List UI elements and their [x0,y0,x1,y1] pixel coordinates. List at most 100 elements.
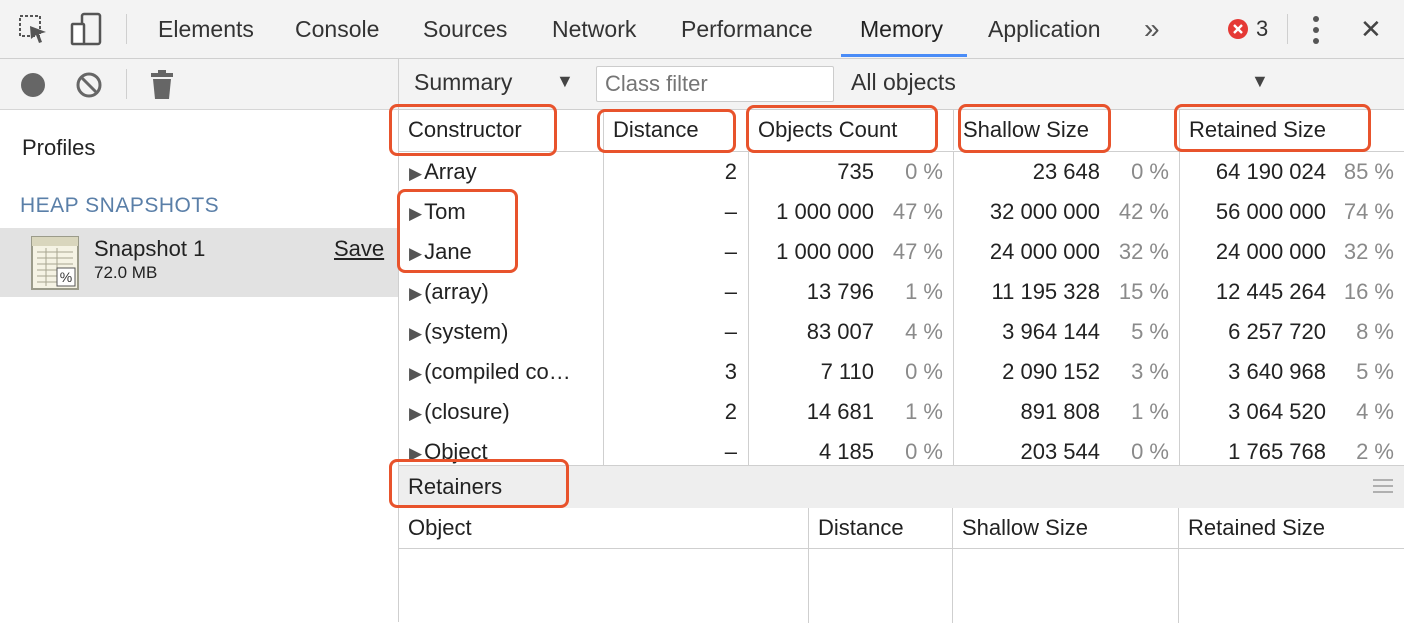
shallow-size-value: 2 090 152 [1002,359,1100,384]
close-devtools-button[interactable]: ✕ [1360,0,1382,58]
heap-snapshots-section: HEAP SNAPSHOTS [20,194,220,217]
kebab-menu-icon[interactable] [1306,14,1326,46]
view-select[interactable]: Summary [414,69,512,96]
retained-size-percent: 2 % [1356,439,1394,464]
tab-memory[interactable]: Memory [860,0,943,58]
retainers-header-bar: Retainers [399,465,1404,509]
toolbar-divider [126,69,127,99]
trash-icon[interactable] [150,70,174,100]
expand-triangle-icon[interactable]: ▶ [409,364,422,383]
count-value: 13 796 [806,279,874,304]
count-percent: 0 % [905,439,943,464]
shallow-size-value: 3 964 144 [1002,319,1100,344]
constructor-name: ▶(closure) [409,392,599,432]
shallow-size-percent: 15 % [1118,279,1169,304]
table-row[interactable]: ▶Object – 4 185 0 % 203 544 0 % 1 765 768 2 % [399,432,1404,465]
shallow-size-value: 32 000 000 [989,199,1100,224]
error-icon[interactable] [1227,18,1249,40]
inspect-element-icon[interactable] [18,14,50,46]
expand-triangle-icon[interactable]: ▶ [409,324,422,343]
count-percent: 47 % [892,239,943,264]
constructor-label: (compiled co… [424,359,571,384]
snapshot-name: Snapshot 1 [94,236,206,261]
constructor-name: ▶Tom [409,192,599,232]
count-percent: 1 % [905,279,943,304]
retainers-header-retained-size[interactable]: Retained Size [1179,508,1404,548]
shallow-size-value: 11 195 328 [991,279,1100,304]
expand-triangle-icon[interactable]: ▶ [409,244,422,263]
header-distance[interactable]: Distance [604,110,749,150]
devtools-toolbar: Elements Console Sources Network Perform… [0,0,1404,59]
count-percent: 0 % [905,359,943,384]
retained-size-value: 3 640 968 [1228,359,1326,384]
more-tabs-button[interactable]: » [1144,0,1160,58]
table-row[interactable]: ▶(array) – 13 796 1 % 11 195 328 15 % 12 445 2… [399,272,1404,312]
column-divider [1178,549,1179,623]
drag-handle-icon[interactable] [1372,477,1394,495]
expand-triangle-icon[interactable]: ▶ [409,404,422,423]
count-value: 83 007 [806,319,874,344]
table-row[interactable]: ▶(compiled co… 3 7 110 0 % 2 090 152 3 % 3 640… [399,352,1404,392]
retained-size-percent: 4 % [1356,399,1394,424]
retained-size-value: 6 257 720 [1228,319,1326,344]
snapshot-size: 72.0 MB [94,263,158,282]
shallow-size-percent: 32 % [1118,239,1169,264]
objects-dropdown-icon[interactable]: ▼ [1251,71,1269,92]
constructor-name: ▶(system) [409,312,599,352]
count-value: 4 185 [818,439,874,464]
constructor-label: Array [424,159,477,184]
retainers-header-distance[interactable]: Distance [809,508,953,548]
retained-size-value: 1 765 768 [1228,439,1326,464]
distance-value: 2 [724,159,737,184]
constructor-label: Tom [424,199,466,224]
retainers-header-shallow-size[interactable]: Shallow Size [953,508,1179,548]
record-icon[interactable] [20,72,46,98]
tab-sources[interactable]: Sources [423,0,507,58]
retained-size-value: 56 000 000 [1215,199,1326,224]
expand-triangle-icon[interactable]: ▶ [409,444,422,463]
expand-triangle-icon[interactable]: ▶ [409,204,422,223]
shallow-size-percent: 0 % [1131,159,1169,184]
objects-select[interactable]: All objects [851,69,956,96]
table-row[interactable]: ▶Tom – 1 000 000 47 % 32 000 000 42 % 56 000 0… [399,192,1404,232]
tab-console[interactable]: Console [295,0,379,58]
retainers-title: Retainers [408,474,503,499]
tab-performance[interactable]: Performance [681,0,813,58]
constructor-label: (system) [424,319,509,344]
shallow-size-value: 203 544 [1020,439,1100,464]
toolbar-divider [1287,14,1288,44]
retained-size-percent: 32 % [1343,239,1394,264]
class-filter-input[interactable] [596,66,834,102]
header-constructor[interactable]: Constructor [399,110,604,150]
clear-icon[interactable] [75,71,103,99]
header-objects-count[interactable]: Objects Count [749,110,954,150]
shallow-size-value: 23 648 [1032,159,1100,184]
device-toolbar-icon[interactable] [70,12,104,48]
tab-elements[interactable]: Elements [158,0,254,58]
svg-text:%: % [60,269,72,285]
expand-triangle-icon[interactable]: ▶ [409,164,422,183]
table-row[interactable]: ▶Jane – 1 000 000 47 % 24 000 000 32 % 24 000 … [399,232,1404,272]
distance-value: 3 [724,359,737,384]
count-value: 735 [837,159,874,184]
header-shallow-size[interactable]: Shallow Size [954,110,1180,150]
view-dropdown-icon[interactable]: ▼ [556,71,574,92]
tab-network[interactable]: Network [552,0,636,58]
retained-size-percent: 85 % [1343,159,1394,184]
error-count[interactable]: 3 [1256,0,1268,58]
tab-application[interactable]: Application [988,0,1101,58]
retained-size-value: 12 445 264 [1215,279,1326,304]
constructor-label: (array) [424,279,489,304]
shallow-size-value: 24 000 000 [989,239,1100,264]
retainers-header-object[interactable]: Object [399,508,809,548]
header-retained-size[interactable]: Retained Size [1180,110,1404,150]
save-snapshot-link[interactable]: Save [334,236,384,262]
table-row[interactable]: ▶(closure) 2 14 681 1 % 891 808 1 % 3 064 520 4… [399,392,1404,432]
count-value: 1 000 000 [776,239,874,264]
table-row[interactable]: ▶Array 2 735 0 % 23 648 0 % 64 190 024 85 % [399,152,1404,192]
table-row[interactable]: ▶(system) – 83 007 4 % 3 964 144 5 % 6 257 720… [399,312,1404,352]
retained-size-value: 3 064 520 [1228,399,1326,424]
snapshot-item[interactable]: % Snapshot 1 72.0 MB Save [0,228,398,297]
expand-triangle-icon[interactable]: ▶ [409,284,422,303]
retained-size-percent: 74 % [1343,199,1394,224]
